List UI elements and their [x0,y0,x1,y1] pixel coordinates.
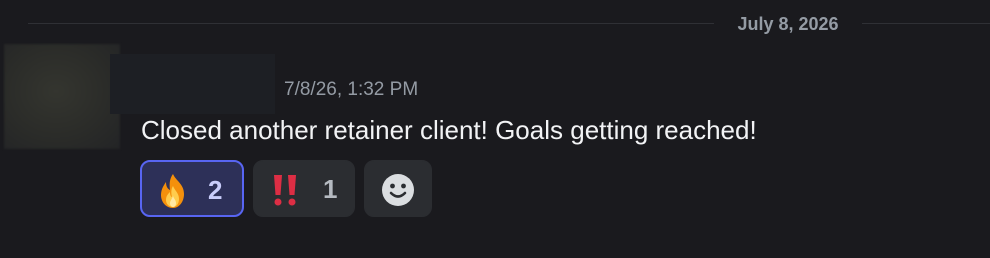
username-redacted[interactable] [110,54,275,114]
fire-emoji-icon [161,174,184,208]
message-timestamp[interactable]: 7/8/26, 1:32 PM [284,78,418,102]
add-reaction-button[interactable] [364,160,432,217]
divider-line-right [862,23,990,24]
message-content: Closed another retainer client! Goals ge… [141,115,757,145]
avatar[interactable] [4,44,120,149]
double-exclamation-emoji-icon [274,175,296,206]
divider-line-left [28,23,714,24]
reaction-fire-button[interactable]: 2 [140,160,244,217]
reaction-fire-count: 2 [208,175,223,205]
date-divider-label: July 8, 2026 [737,14,839,34]
chat-message: 7/8/26, 1:32 PM Closed another retainer … [0,40,990,258]
smiley-face-icon [382,174,414,206]
reaction-double-exclamation-button[interactable]: 1 [253,160,355,217]
reaction-double-exclamation-count: 1 [323,174,338,204]
